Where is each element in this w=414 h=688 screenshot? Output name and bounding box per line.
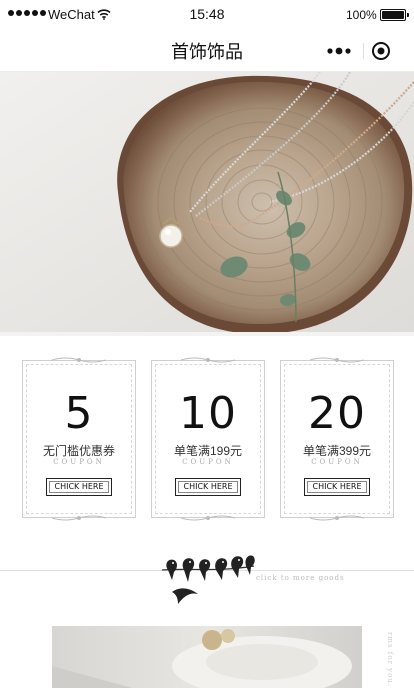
coupon-claim-button[interactable]: CHICK HERE bbox=[46, 478, 112, 496]
coupon-card[interactable]: 20 单笔满399元 COUPON CHICK HERE bbox=[280, 357, 394, 521]
coupon-sub: COUPON bbox=[311, 458, 363, 466]
battery-percent: 100% bbox=[346, 8, 377, 22]
more-goods-link[interactable]: click to more goods bbox=[256, 574, 345, 582]
coupon-desc: 单笔满399元 bbox=[302, 444, 372, 458]
coupon-card[interactable]: 10 单笔满199元 COUPON CHICK HERE bbox=[151, 357, 265, 521]
coupon-section: 5 无门槛优惠券 COUPON CHICK HERE 10 单笔满199元 CO… bbox=[0, 332, 414, 544]
coupon-sub: COUPON bbox=[182, 458, 234, 466]
coupon-card[interactable]: 5 无门槛优惠券 COUPON CHICK HERE bbox=[22, 357, 136, 521]
coupon-value: 5 bbox=[64, 388, 94, 439]
coupon-claim-button[interactable]: CHICK HERE bbox=[175, 478, 241, 496]
coupon-value: 20 bbox=[308, 388, 366, 439]
ornament-icon bbox=[310, 515, 364, 521]
coupon-claim-button[interactable]: CHICK HERE bbox=[304, 478, 370, 496]
necklace-on-wood-slice-image bbox=[0, 72, 414, 332]
ornament-icon bbox=[52, 515, 106, 521]
close-circle-icon[interactable] bbox=[371, 41, 391, 61]
more-dots-icon[interactable] bbox=[326, 45, 352, 57]
section-divider[interactable]: click to more goods bbox=[0, 544, 414, 618]
mini-program-capsule bbox=[320, 35, 406, 67]
tea-cup-photo-image bbox=[52, 626, 362, 688]
coupon-value: 10 bbox=[179, 388, 237, 439]
side-caption: rms for you. bbox=[386, 632, 394, 688]
status-bar: WeChat 15:48 100% bbox=[0, 0, 414, 30]
ornament-icon bbox=[181, 357, 235, 363]
banner-image[interactable] bbox=[0, 72, 414, 332]
nav-bar: 首饰饰品 bbox=[0, 30, 414, 72]
ornament-icon bbox=[310, 357, 364, 363]
coupon-sub: COUPON bbox=[53, 458, 105, 466]
battery-icon bbox=[380, 9, 409, 21]
ornament-icon bbox=[52, 357, 106, 363]
capsule-divider bbox=[363, 43, 364, 59]
birds-on-branch-icon bbox=[161, 555, 255, 604]
coupon-desc: 无门槛优惠券 bbox=[42, 444, 115, 458]
product-photo[interactable] bbox=[52, 626, 362, 688]
coupon-desc: 单笔满199元 bbox=[173, 444, 243, 458]
product-photo-section: rms for you. bbox=[0, 618, 414, 688]
ornament-icon bbox=[181, 515, 235, 521]
